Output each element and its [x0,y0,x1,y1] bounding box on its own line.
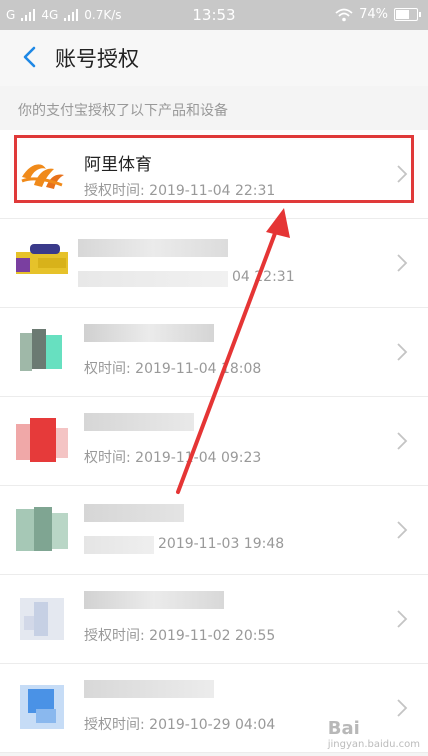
app-logo-icon [20,685,64,729]
battery-icon [394,8,421,21]
app-logo-icon [16,507,68,551]
app-logo-icon [16,244,68,274]
wifi-icon [335,8,353,21]
watermark-text: Bai [327,718,360,739]
app-logo-icon [16,418,68,462]
obscured-name [84,413,194,431]
auth-time-value: 04 22:31 [232,269,295,285]
obscured-name [84,324,214,342]
auth-time-value: 2019-11-04 09:23 [135,450,262,466]
chevron-right-icon [397,432,408,450]
obscured-name [84,680,214,698]
chevron-right-icon [397,610,408,628]
battery-percent: 74% [359,7,388,22]
chevron-right-icon [397,343,408,361]
obscured-name [84,504,184,522]
obscured-time [78,271,228,287]
authorized-list: 阿里体育 授权时间: 2019-11-04 22:31 04 22:31 权时间… [0,130,428,753]
item-auth-time: 权时间: 2019-11-04 18:08 [84,358,261,378]
chevron-right-icon [397,699,408,717]
chevron-right-icon [397,521,408,539]
item-auth-time: 授权时间: 2019-10-29 04:04 [84,714,275,734]
section-note: 你的支付宝授权了以下产品和设备 [18,103,228,119]
app-logo-icon [20,329,62,371]
auth-time-value: 2019-11-03 19:48 [158,536,285,552]
back-chevron-left-icon[interactable] [18,44,44,70]
item-auth-time: 2019-11-03 19:48 [158,536,284,552]
item-auth-time: 授权时间: 2019-11-02 20:55 [84,625,275,645]
page-title: 账号授权 [55,47,139,71]
annotation-highlight-box [14,135,414,203]
auth-time-label: 授权时间: [84,628,150,644]
item-auth-time: 权时间: 2019-11-04 09:23 [84,447,261,467]
auth-time-label: 权时间: [84,361,136,377]
auth-time-value: 2019-11-02 20:55 [149,628,276,644]
app-logo-icon [20,598,64,640]
obscured-name [78,239,228,257]
nav-bar: 账号授权 [0,30,428,86]
list-item[interactable]: 权时间: 2019-11-04 09:23 [0,397,428,486]
auth-time-label: 授权时间: [84,717,150,733]
auth-time-value: 2019-10-29 04:04 [149,717,276,733]
auth-time-label: 权时间: [84,450,136,466]
list-item[interactable]: 2019-11-03 19:48 [0,486,428,575]
watermark-sub: jingyan.baidu.com [327,739,420,750]
watermark: Bai jingyan.baidu.com [328,718,420,750]
status-right: 74% [335,7,421,22]
list-item[interactable]: 授权时间: 2019-11-02 20:55 [0,575,428,664]
status-bar: G 4G 0.7K/s 13:53 74% [0,0,428,30]
chevron-right-icon [397,254,408,272]
obscured-name [84,591,224,609]
item-auth-time: 04 22:31 [232,269,295,285]
list-item[interactable]: 权时间: 2019-11-04 18:08 [0,308,428,397]
auth-time-value: 2019-11-04 18:08 [135,361,262,377]
obscured-time-prefix [84,536,154,554]
list-item[interactable]: 04 22:31 [0,219,428,308]
